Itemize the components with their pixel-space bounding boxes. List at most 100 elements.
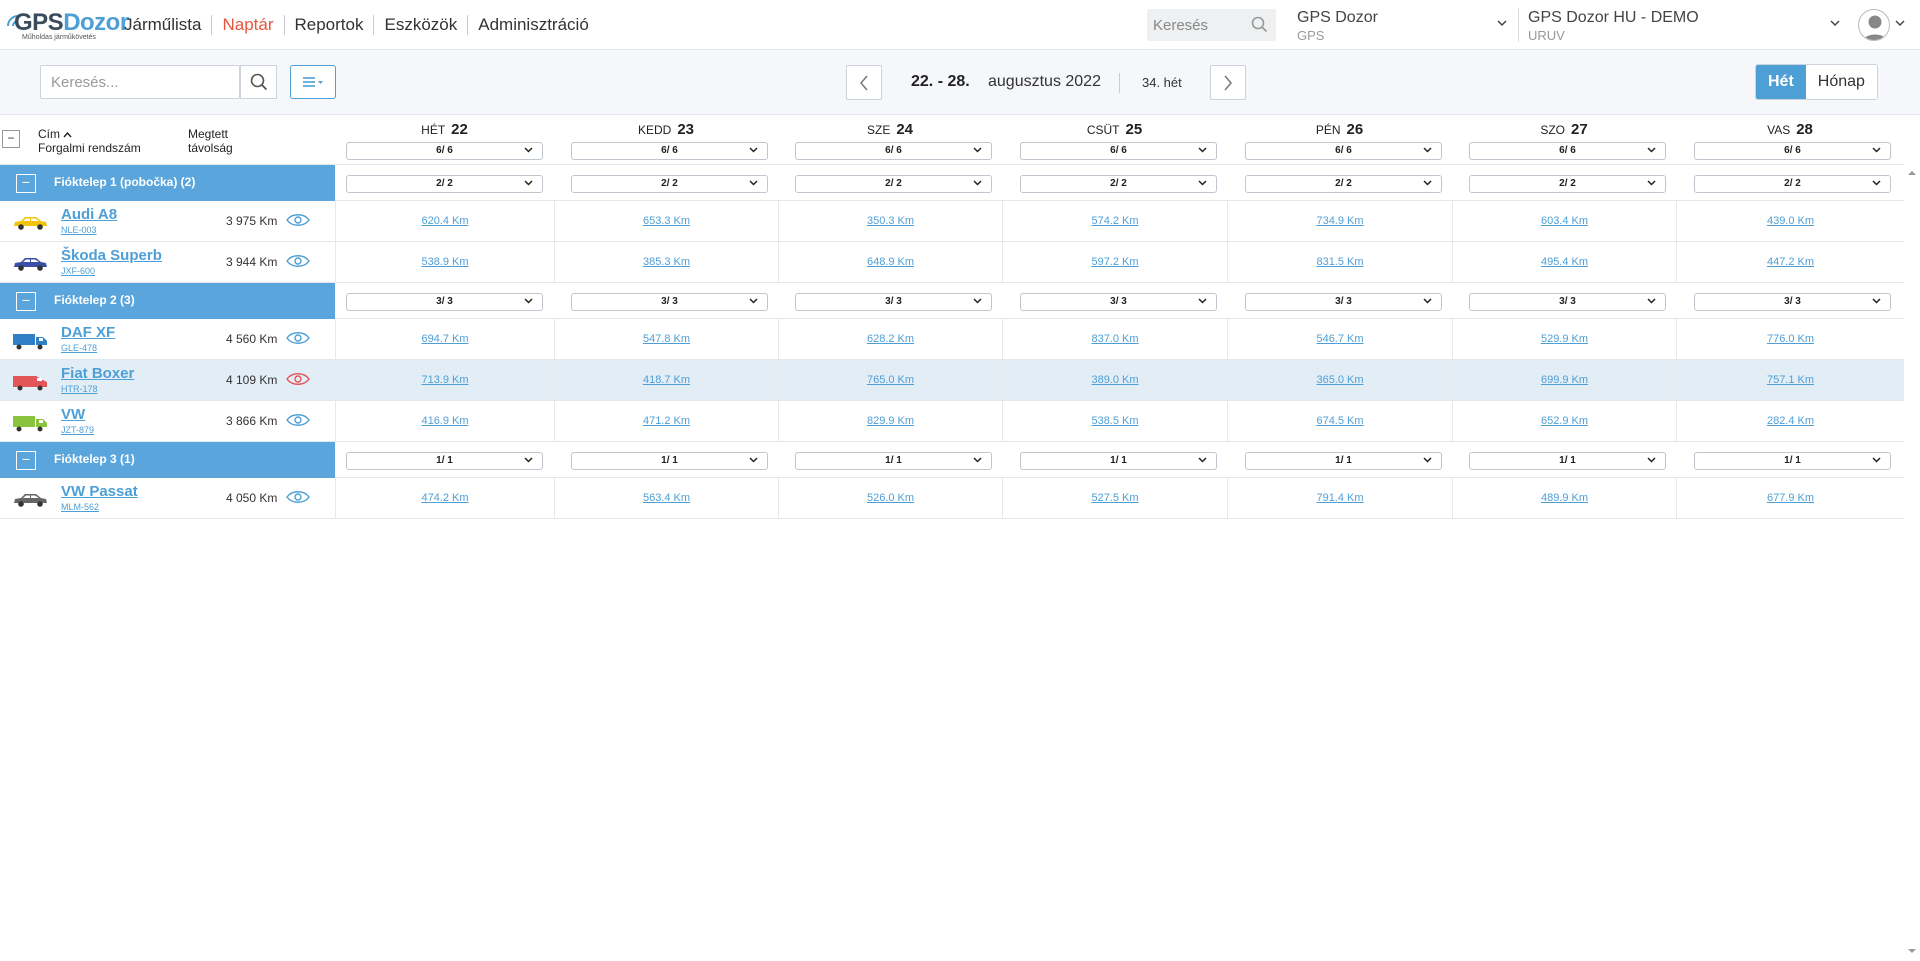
daily-distance-link[interactable]: 547.8 Km xyxy=(555,333,778,345)
daily-distance-link[interactable]: 648.9 Km xyxy=(779,256,1002,268)
group-day-filter[interactable]: 1/ 1 xyxy=(571,452,768,470)
view-month-button[interactable]: Hónap xyxy=(1805,65,1877,99)
scroll-down-arrow[interactable] xyxy=(1906,946,1918,956)
nav-item-0[interactable]: Járműlista xyxy=(114,15,213,35)
daily-distance-link[interactable]: 620.4 Km xyxy=(336,215,554,227)
day-vehicle-filter[interactable]: 6/ 6 xyxy=(795,142,992,160)
group-day-filter[interactable]: 2/ 2 xyxy=(1245,175,1442,193)
eye-icon[interactable] xyxy=(286,254,310,273)
group-day-filter[interactable]: 1/ 1 xyxy=(795,452,992,470)
nav-item-4[interactable]: Adminisztráció xyxy=(468,15,599,35)
user-avatar[interactable] xyxy=(1858,9,1890,41)
group-day-filter[interactable]: 2/ 2 xyxy=(1469,175,1666,193)
daily-distance-link[interactable]: 757.1 Km xyxy=(1677,374,1904,386)
group-day-filter[interactable]: 3/ 3 xyxy=(795,293,992,311)
vehicle-name-link[interactable]: Škoda Superb xyxy=(61,247,162,264)
search-icon[interactable] xyxy=(1251,16,1268,33)
group-day-filter[interactable]: 1/ 1 xyxy=(1245,452,1442,470)
eye-icon[interactable] xyxy=(286,490,310,509)
daily-distance-link[interactable]: 563.4 Km xyxy=(555,492,778,504)
daily-distance-link[interactable]: 652.9 Km xyxy=(1453,415,1676,427)
daily-distance-link[interactable]: 418.7 Km xyxy=(555,374,778,386)
daily-distance-link[interactable]: 527.5 Km xyxy=(1003,492,1227,504)
daily-distance-link[interactable]: 529.9 Km xyxy=(1453,333,1676,345)
org-select-secondary[interactable]: GPS Dozor HU - DEMO URUV xyxy=(1528,8,1844,44)
daily-distance-link[interactable]: 829.9 Km xyxy=(779,415,1002,427)
group-collapse-button[interactable]: − xyxy=(16,292,36,311)
daily-distance-link[interactable]: 447.2 Km xyxy=(1677,256,1904,268)
nav-item-1[interactable]: Naptár xyxy=(212,15,285,35)
daily-distance-link[interactable]: 439.0 Km xyxy=(1677,215,1904,227)
group-day-filter[interactable]: 1/ 1 xyxy=(1020,452,1217,470)
day-vehicle-filter[interactable]: 6/ 6 xyxy=(1694,142,1891,160)
list-options-button[interactable] xyxy=(290,65,336,99)
daily-distance-link[interactable]: 694.7 Km xyxy=(336,333,554,345)
eye-icon[interactable] xyxy=(286,413,310,432)
group-day-filter[interactable]: 1/ 1 xyxy=(1469,452,1666,470)
group-day-filter[interactable]: 2/ 2 xyxy=(1020,175,1217,193)
group-day-filter[interactable]: 2/ 2 xyxy=(571,175,768,193)
next-week-button[interactable] xyxy=(1210,65,1246,100)
daily-distance-link[interactable]: 653.3 Km xyxy=(555,215,778,227)
daily-distance-link[interactable]: 713.9 Km xyxy=(336,374,554,386)
eye-icon[interactable] xyxy=(286,331,310,350)
daily-distance-link[interactable]: 365.0 Km xyxy=(1228,374,1452,386)
nav-item-3[interactable]: Eszközök xyxy=(374,15,469,35)
previous-week-button[interactable] xyxy=(846,65,882,100)
eye-icon[interactable] xyxy=(286,213,310,232)
group-day-filter[interactable]: 3/ 3 xyxy=(1694,293,1891,311)
top-search-input[interactable] xyxy=(1147,9,1247,41)
daily-distance-link[interactable]: 734.9 Km xyxy=(1228,215,1452,227)
org-select-primary[interactable]: GPS Dozor GPS xyxy=(1297,8,1509,44)
daily-distance-link[interactable]: 546.7 Km xyxy=(1228,333,1452,345)
daily-distance-link[interactable]: 526.0 Km xyxy=(779,492,1002,504)
day-vehicle-filter[interactable]: 6/ 6 xyxy=(1020,142,1217,160)
view-week-button[interactable]: Hét xyxy=(1756,65,1806,99)
vehicle-search-input[interactable] xyxy=(41,66,239,98)
daily-distance-link[interactable]: 538.9 Km xyxy=(336,256,554,268)
group-day-filter[interactable]: 1/ 1 xyxy=(1694,452,1891,470)
eye-alert-icon[interactable] xyxy=(286,372,310,391)
group-day-filter[interactable]: 2/ 2 xyxy=(1694,175,1891,193)
daily-distance-link[interactable]: 776.0 Km xyxy=(1677,333,1904,345)
vehicle-name-link[interactable]: VW Passat xyxy=(61,483,138,500)
daily-distance-link[interactable]: 765.0 Km xyxy=(779,374,1002,386)
day-vehicle-filter[interactable]: 6/ 6 xyxy=(571,142,768,160)
group-collapse-button[interactable]: − xyxy=(16,451,36,470)
daily-distance-link[interactable]: 574.2 Km xyxy=(1003,215,1227,227)
nav-item-2[interactable]: Reportok xyxy=(285,15,375,35)
chevron-down-icon[interactable] xyxy=(1895,20,1905,27)
daily-distance-link[interactable]: 282.4 Km xyxy=(1677,415,1904,427)
group-collapse-button[interactable]: − xyxy=(16,174,36,193)
vehicle-name-link[interactable]: Audi A8 xyxy=(61,206,117,223)
group-day-filter[interactable]: 3/ 3 xyxy=(571,293,768,311)
vehicle-name-link[interactable]: Fiat Boxer xyxy=(61,365,134,382)
daily-distance-link[interactable]: 699.9 Km xyxy=(1453,374,1676,386)
day-vehicle-filter[interactable]: 6/ 6 xyxy=(1469,142,1666,160)
daily-distance-link[interactable]: 603.4 Km xyxy=(1453,215,1676,227)
daily-distance-link[interactable]: 538.5 Km xyxy=(1003,415,1227,427)
daily-distance-link[interactable]: 791.4 Km xyxy=(1228,492,1452,504)
vehicle-plate-link[interactable]: HTR-178 xyxy=(61,384,98,394)
scroll-up-arrow[interactable] xyxy=(1906,168,1918,178)
gps-dozor-logo[interactable]: GPSDozor Műholdas járműkövetés xyxy=(4,8,129,42)
vehicle-plate-link[interactable]: GLE-478 xyxy=(61,343,97,353)
day-vehicle-filter[interactable]: 6/ 6 xyxy=(1245,142,1442,160)
daily-distance-link[interactable]: 350.3 Km xyxy=(779,215,1002,227)
daily-distance-link[interactable]: 597.2 Km xyxy=(1003,256,1227,268)
daily-distance-link[interactable]: 495.4 Km xyxy=(1453,256,1676,268)
daily-distance-link[interactable]: 837.0 Km xyxy=(1003,333,1227,345)
group-day-filter[interactable]: 3/ 3 xyxy=(1020,293,1217,311)
search-button[interactable] xyxy=(240,65,277,99)
group-day-filter[interactable]: 3/ 3 xyxy=(1245,293,1442,311)
title-column-header[interactable]: Cím Forgalmi rendszám xyxy=(38,127,141,155)
daily-distance-link[interactable]: 389.0 Km xyxy=(1003,374,1227,386)
daily-distance-link[interactable]: 471.2 Km xyxy=(555,415,778,427)
group-day-filter[interactable]: 3/ 3 xyxy=(346,293,543,311)
daily-distance-link[interactable]: 474.2 Km xyxy=(336,492,554,504)
vehicle-plate-link[interactable]: NLE-003 xyxy=(61,225,97,235)
daily-distance-link[interactable]: 489.9 Km xyxy=(1453,492,1676,504)
daily-distance-link[interactable]: 385.3 Km xyxy=(555,256,778,268)
day-vehicle-filter[interactable]: 6/ 6 xyxy=(346,142,543,160)
daily-distance-link[interactable]: 416.9 Km xyxy=(336,415,554,427)
